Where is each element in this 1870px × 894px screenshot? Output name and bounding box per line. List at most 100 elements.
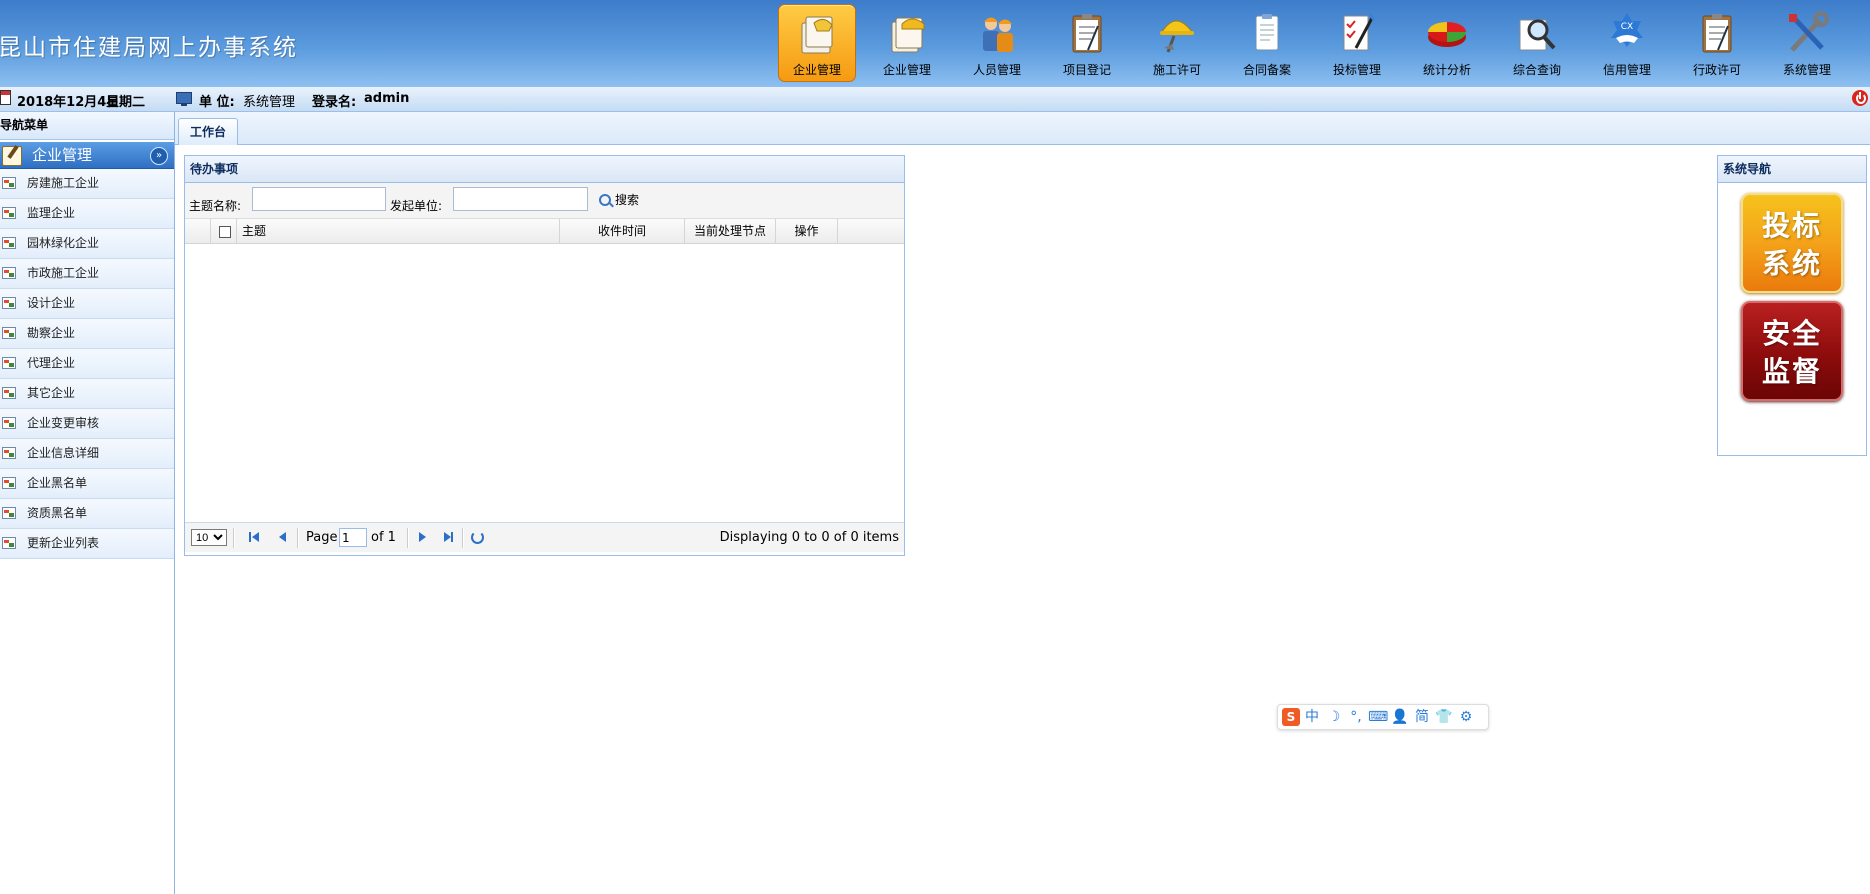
sidebar-item-label: 企业变更审核 xyxy=(27,416,100,430)
menu-item-icon xyxy=(2,477,16,489)
sidebar-item-label: 更新企业列表 xyxy=(27,536,100,550)
sidebar-item-label: 企业黑名单 xyxy=(27,476,88,490)
prev-page-icon[interactable] xyxy=(277,531,289,543)
sidebar: 导航菜单 企业管理 » 房建施工企业 监理企业 园林绿化企业 市政施工企业 设计… xyxy=(0,112,175,894)
subject-name-input[interactable] xyxy=(252,187,386,211)
page-number-input[interactable] xyxy=(339,528,367,547)
ime-chinese-mode[interactable]: 中 xyxy=(1302,707,1322,727)
menu-item-icon xyxy=(2,417,16,429)
nav-enterprise-management[interactable]: 企业管理 xyxy=(862,4,952,82)
ime-toolbar: S 中 ☽ °, ⌨ 👤 简 👕 ⚙ xyxy=(1277,704,1489,730)
sidebar-item-supervision[interactable]: 监理企业 xyxy=(0,199,174,229)
column-received-time[interactable]: 收件时间 xyxy=(560,219,685,243)
status-bar: 2018年12月4日 星期二 单 位: 系统管理 登录名: admin xyxy=(0,87,1870,112)
select-all-checkbox[interactable] xyxy=(219,226,231,238)
pager-separator xyxy=(233,528,235,548)
sidebar-item-label: 房建施工企业 xyxy=(27,176,100,190)
sidebar-item-update-list[interactable]: 更新企业列表 xyxy=(0,529,174,559)
column-subject[interactable]: 主题 xyxy=(237,219,560,243)
sidebar-item-label: 勘察企业 xyxy=(27,326,76,340)
nav-label: 综合查询 xyxy=(1512,63,1561,77)
search-button[interactable]: 搜索 xyxy=(597,190,639,210)
ime-moon-icon[interactable]: ☽ xyxy=(1324,707,1344,727)
sidebar-item-other[interactable]: 其它企业 xyxy=(0,379,174,409)
initiating-unit-input[interactable] xyxy=(453,187,588,211)
sidebar-item-change-review[interactable]: 企业变更审核 xyxy=(0,409,174,439)
nav-label: 项目登记 xyxy=(1062,63,1111,77)
nav-credit-management[interactable]: CX 信用管理 xyxy=(1582,4,1672,82)
column-actions[interactable]: 操作 xyxy=(776,219,838,243)
ime-settings-icon[interactable]: ⚙ xyxy=(1456,707,1476,727)
sidebar-item-info-detail[interactable]: 企业信息详细 xyxy=(0,439,174,469)
subject-name-label: 主题名称: xyxy=(189,199,242,213)
menu-group-header[interactable]: 企业管理 » xyxy=(0,142,174,169)
sidebar-item-blacklist[interactable]: 企业黑名单 xyxy=(0,469,174,499)
pager-separator xyxy=(297,528,299,548)
sidebar-item-label: 市政施工企业 xyxy=(27,266,100,280)
nav-enterprise-management-active[interactable]: 企业管理 xyxy=(778,4,856,82)
sidebar-item-agency[interactable]: 代理企业 xyxy=(0,349,174,379)
todo-panel-title: 待办事项 xyxy=(185,156,904,183)
row-number-column xyxy=(185,219,211,243)
login-label: 登录名: xyxy=(312,95,357,110)
first-page-icon[interactable] xyxy=(249,531,261,543)
nav-label: 统计分析 xyxy=(1422,63,1471,77)
menu-item-icon xyxy=(2,507,16,519)
menu-item-icon xyxy=(2,387,16,399)
menu-item-icon xyxy=(2,447,16,459)
sidebar-item-municipal[interactable]: 市政施工企业 xyxy=(0,259,174,289)
pager-separator xyxy=(407,528,409,548)
computer-icon xyxy=(176,92,192,106)
next-page-icon[interactable] xyxy=(417,531,429,543)
nav-statistics[interactable]: 统计分析 xyxy=(1402,4,1492,82)
sidebar-item-label: 监理企业 xyxy=(27,206,76,220)
nav-comprehensive-query[interactable]: 综合查询 xyxy=(1492,4,1582,82)
last-page-icon[interactable] xyxy=(443,531,455,543)
tile-line: 投标 xyxy=(1761,209,1822,242)
menu-item-icon xyxy=(2,357,16,369)
search-icon xyxy=(599,194,611,206)
pager-separator xyxy=(462,528,464,548)
grid-body xyxy=(185,244,904,522)
page-size-select[interactable]: 10 xyxy=(191,529,227,546)
sidebar-item-qualification-blacklist[interactable]: 资质黑名单 xyxy=(0,499,174,529)
logout-power-icon[interactable] xyxy=(1852,90,1868,106)
header: 昆山市住建局网上办事系统 企业管理 企业管理 人员管理 项目登记 施工许可 合同… xyxy=(0,0,1870,87)
system-nav-title: 系统导航 xyxy=(1718,156,1866,183)
sidebar-item-housing-construction[interactable]: 房建施工企业 xyxy=(0,169,174,199)
refresh-icon[interactable] xyxy=(471,531,484,544)
ime-skin-icon[interactable]: 👕 xyxy=(1434,707,1454,727)
ime-simplified-mode[interactable]: 简 xyxy=(1412,707,1432,727)
sidebar-title: 导航菜单 xyxy=(0,112,174,140)
nav-construction-permit[interactable]: 施工许可 xyxy=(1132,4,1222,82)
ime-logo-icon[interactable]: S xyxy=(1282,708,1300,726)
nav-contract-filing[interactable]: 合同备案 xyxy=(1222,4,1312,82)
sidebar-item-survey[interactable]: 勘察企业 xyxy=(0,319,174,349)
credit-handshake-icon: CX xyxy=(1611,13,1643,47)
tools-icon xyxy=(1789,11,1829,52)
nav-bidding-management[interactable]: 投标管理 xyxy=(1312,4,1402,82)
nav-system-management[interactable]: 系统管理 xyxy=(1762,4,1852,82)
bidding-system-tile[interactable]: 投标 系统 xyxy=(1741,193,1843,293)
bidding-checklist-icon xyxy=(1343,13,1376,51)
tab-workbench[interactable]: 工作台 xyxy=(178,118,239,145)
nav-personnel-management[interactable]: 人员管理 xyxy=(952,4,1042,82)
sidebar-item-label: 其它企业 xyxy=(27,386,76,400)
svg-text:CX: CX xyxy=(1621,22,1633,32)
safety-supervision-tile[interactable]: 安全 监督 xyxy=(1741,301,1843,401)
menu-group-label: 企业管理 xyxy=(32,146,93,164)
nav-administrative-permit[interactable]: 行政许可 xyxy=(1672,4,1762,82)
nav-project-registration[interactable]: 项目登记 xyxy=(1042,4,1132,82)
ime-keyboard-icon[interactable]: ⌨ xyxy=(1368,707,1388,727)
sidebar-item-landscaping[interactable]: 园林绿化企业 xyxy=(0,229,174,259)
nav-label: 行政许可 xyxy=(1692,63,1741,77)
ime-user-icon[interactable]: 👤 xyxy=(1390,707,1410,727)
column-current-node[interactable]: 当前处理节点 xyxy=(685,219,776,243)
construction-helmet-icon xyxy=(1160,20,1194,53)
sidebar-item-design[interactable]: 设计企业 xyxy=(0,289,174,319)
tile-line: 安全 xyxy=(1761,317,1822,350)
sidebar-item-label: 设计企业 xyxy=(27,296,76,310)
nav-label: 信用管理 xyxy=(1602,63,1651,77)
collapse-icon[interactable]: » xyxy=(150,147,168,165)
ime-punctuation-icon[interactable]: °, xyxy=(1346,707,1366,727)
